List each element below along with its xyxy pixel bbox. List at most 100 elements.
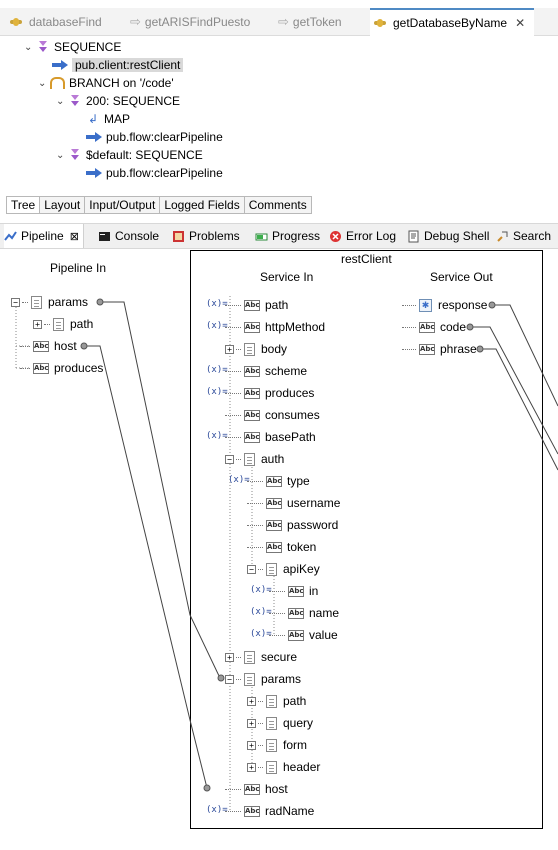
expand-icon[interactable]: + [225, 652, 234, 662]
service-in-radname[interactable]: Abc radName [225, 802, 314, 820]
chevron-down-icon[interactable]: ⌄ [24, 42, 36, 53]
expand-icon[interactable]: + [225, 344, 234, 354]
set-value-icon[interactable]: (x)= [228, 475, 250, 485]
set-value-icon[interactable]: (x)= [250, 629, 272, 639]
service-in-params-path[interactable]: + path [247, 692, 306, 710]
tab-pipeline[interactable]: Pipeline ⊠ [4, 224, 84, 248]
tab-input-output[interactable]: Input/Output [85, 196, 161, 214]
chevron-down-icon[interactable]: ⌄ [56, 150, 68, 161]
tab-problems[interactable]: Problems [172, 224, 240, 248]
set-value-icon[interactable]: (x)= [250, 585, 272, 595]
document-icon [244, 342, 255, 356]
service-in-form[interactable]: + form [247, 736, 307, 754]
editor-subtabs: Tree Layout Input/Output Logged Fields C… [6, 196, 312, 214]
expand-icon[interactable]: + [247, 762, 256, 772]
collapse-icon[interactable]: − [11, 297, 20, 307]
tree-node-clearpipeline-2[interactable]: pub.flow:clearPipeline [86, 164, 223, 182]
service-in-auth[interactable]: − auth [225, 450, 284, 468]
service-in-in[interactable]: Abc in [269, 582, 318, 600]
close-icon[interactable]: ⊠ [70, 230, 79, 243]
set-value-icon[interactable]: (x)= [206, 387, 228, 397]
service-in-basepath[interactable]: Abc basePath [225, 428, 316, 446]
service-in-httpmethod[interactable]: Abc httpMethod [225, 318, 325, 336]
tree-node-sequence[interactable]: ⌄ SEQUENCE [24, 38, 121, 56]
service-in-header[interactable]: + header [247, 758, 320, 776]
service-in-body[interactable]: + body [225, 340, 287, 358]
tab-progress[interactable]: Progress [255, 224, 320, 248]
service-in-path[interactable]: Abc path [225, 296, 288, 314]
service-in-consumes[interactable]: Abc consumes [225, 406, 320, 424]
service-in-scheme[interactable]: Abc scheme [225, 362, 307, 380]
collapse-icon[interactable]: − [247, 564, 256, 574]
tab-layout[interactable]: Layout [40, 196, 86, 214]
document-icon [31, 295, 42, 309]
set-value-icon[interactable]: (x)= [206, 431, 228, 441]
document-icon [53, 317, 64, 331]
service-in-type[interactable]: Abc type [247, 472, 310, 490]
chevron-down-icon[interactable]: ⌄ [38, 78, 50, 89]
string-icon: Abc [288, 585, 304, 597]
tab-comments[interactable]: Comments [244, 196, 312, 214]
set-value-icon[interactable]: (x)= [206, 299, 228, 309]
service-in-username[interactable]: Abc username [247, 494, 340, 512]
close-icon[interactable]: ✕ [515, 16, 525, 30]
pipeline-in-params[interactable]: − params [11, 293, 88, 311]
problems-icon [173, 230, 184, 242]
service-in-produces[interactable]: Abc produces [225, 384, 314, 402]
tree-node-map[interactable]: ↲ MAP [86, 110, 130, 128]
service-in-secure[interactable]: + secure [225, 648, 297, 666]
editor-tab-getdatabasebyname[interactable]: getDatabaseByName ✕ [370, 8, 534, 36]
set-value-icon[interactable]: (x)= [206, 321, 228, 331]
tab-console[interactable]: Console [98, 224, 159, 248]
collapse-icon[interactable]: − [225, 454, 234, 464]
string-icon: Abc [244, 299, 260, 311]
service-in-params[interactable]: − params [225, 670, 301, 688]
sequence-icon [36, 40, 50, 54]
pipeline-in-path[interactable]: + path [33, 315, 93, 333]
service-out-phrase[interactable]: Abc phrase [402, 340, 477, 358]
set-value-icon[interactable]: (x)= [250, 607, 272, 617]
service-in-host[interactable]: Abc host [225, 780, 288, 798]
string-icon: Abc [419, 321, 435, 333]
document-icon [244, 672, 255, 686]
service-out-code[interactable]: Abc code [402, 318, 466, 336]
set-value-icon[interactable]: (x)= [206, 365, 228, 375]
service-in-query[interactable]: + query [247, 714, 313, 732]
document-icon [244, 650, 255, 664]
flow-step-tree: ⌄ SEQUENCE pub.client:restClient ⌄ BRANCH … [0, 36, 558, 196]
tab-debug-shell[interactable]: Debug Shell [407, 224, 489, 248]
expand-icon[interactable]: + [247, 718, 256, 728]
expand-icon[interactable]: + [33, 319, 42, 329]
service-in-password[interactable]: Abc password [247, 516, 338, 534]
tab-search[interactable]: Search [496, 224, 551, 248]
service-in-name[interactable]: Abc name [269, 604, 339, 622]
service-in-apikey[interactable]: − apiKey [247, 560, 320, 578]
branch-icon [50, 77, 65, 89]
service-in-value[interactable]: Abc value [269, 626, 338, 644]
editor-tab-gettoken[interactable]: ⇨ getToken [278, 8, 342, 36]
tree-node-clearpipeline-1[interactable]: pub.flow:clearPipeline [86, 128, 223, 146]
invoke-icon [86, 168, 102, 178]
tree-node-branch[interactable]: ⌄ BRANCH on '/code' [38, 74, 174, 92]
tree-node-200-sequence[interactable]: ⌄ 200: SEQUENCE [56, 92, 180, 110]
tab-tree[interactable]: Tree [6, 196, 41, 214]
tab-logged-fields[interactable]: Logged Fields [160, 196, 245, 214]
pipeline-in-produces[interactable]: Abc produces [20, 359, 103, 377]
string-icon: Abc [244, 409, 260, 421]
string-icon: Abc [244, 783, 260, 795]
document-icon [244, 452, 255, 466]
service-in-token[interactable]: Abc token [247, 538, 316, 556]
set-value-icon[interactable]: (x)= [206, 805, 228, 815]
chevron-down-icon[interactable]: ⌄ [56, 96, 68, 107]
tree-node-default-sequence[interactable]: ⌄ $default: SEQUENCE [56, 146, 203, 164]
pipeline-in-host[interactable]: Abc host [20, 337, 77, 355]
editor-tab-getarisfindpuesto[interactable]: ⇨ getARISFindPuesto [130, 8, 250, 36]
editor-tab-databasefind[interactable]: databaseFind [10, 8, 102, 36]
expand-icon[interactable]: + [247, 696, 256, 706]
service-out-response[interactable]: ✱ response [402, 296, 487, 314]
tab-error-log[interactable]: Error Log [329, 224, 396, 248]
tree-node-restclient[interactable]: pub.client:restClient [52, 56, 184, 74]
flow-service-icon [374, 18, 388, 28]
expand-icon[interactable]: + [247, 740, 256, 750]
collapse-icon[interactable]: − [225, 674, 234, 684]
